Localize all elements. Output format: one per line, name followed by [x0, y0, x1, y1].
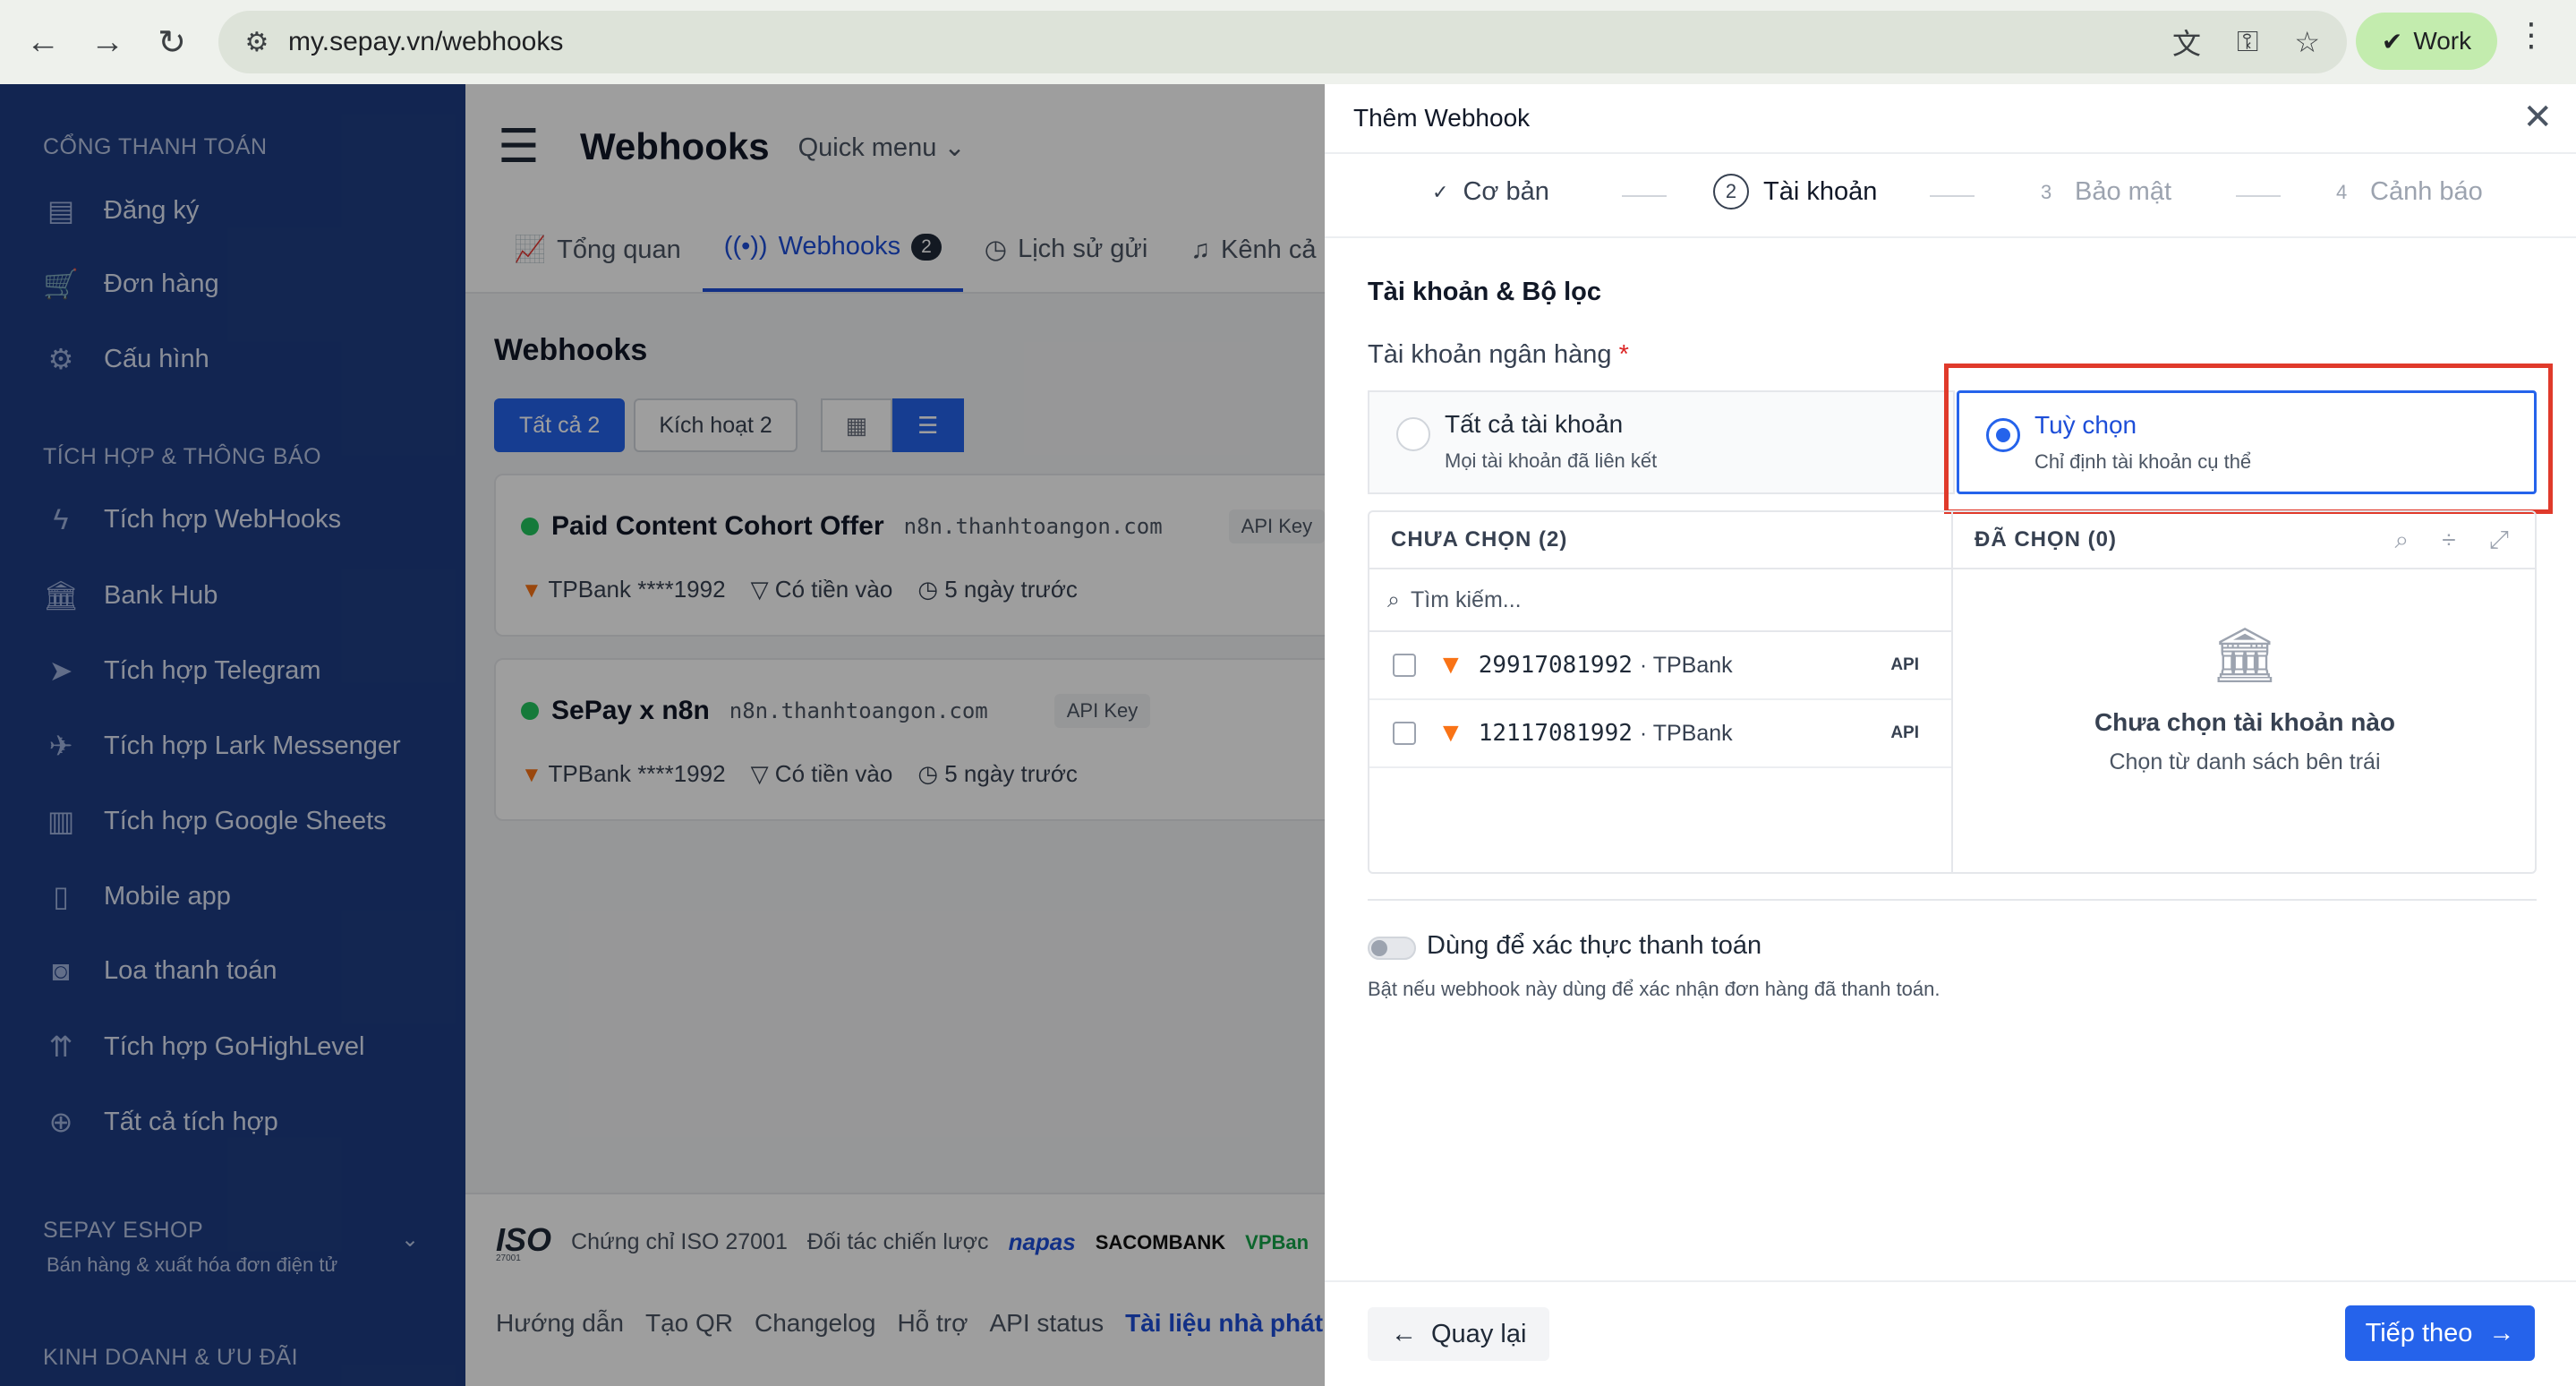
forward-icon[interactable]: →	[75, 10, 140, 74]
stepper: ✓ Cơ bản 2 Tài khoản 3 Bảo mật 4 Cảnh báo	[1325, 154, 2576, 238]
section-title: Tài khoản & Bộ lọc	[1368, 278, 1602, 306]
field-label: Tài khoản ngân hàng *	[1368, 340, 1629, 369]
profile-chip[interactable]: ✔ Work	[2356, 13, 2497, 70]
search-icon[interactable]: ⌕	[2395, 526, 2410, 555]
url-text[interactable]: my.sepay.vn/webhooks	[288, 27, 563, 57]
translate-icon[interactable]: 文	[2172, 21, 2201, 63]
step-basic[interactable]: ✓ Cơ bản	[1432, 177, 1549, 207]
account-number: 29917081992	[1478, 652, 1633, 679]
drawer-title: Thêm Webhook	[1353, 104, 1531, 132]
required-mark: *	[1618, 340, 1629, 369]
unselected-column: CHƯA CHỌN (2) ⌕ Tìm kiếm... ▼ 2991708199…	[1369, 512, 1953, 872]
selected-column: ĐÃ CHỌN (0) ⌕ ÷ ⤢ 🏛 Chưa chọn tài khoản …	[1953, 512, 2537, 872]
empty-subtitle: Chọn từ danh sách bên trái	[2109, 749, 2381, 774]
toggle-hint: Bật nếu webhook này dùng để xác nhận đơn…	[1368, 978, 1941, 1000]
step-connector	[1930, 195, 1975, 197]
account-tag: API	[1890, 723, 1919, 742]
step-number: 3	[2041, 180, 2052, 203]
step-security[interactable]: 3 Bảo mật	[2041, 177, 2171, 207]
address-bar[interactable]: ⚙ my.sepay.vn/webhooks 文 ⚿ ☆	[218, 11, 2347, 73]
step-number: 4	[2336, 180, 2348, 203]
profile-name: Work	[2413, 27, 2472, 55]
search-icon: ⌕	[1387, 586, 1401, 612]
toggle-label: Dùng để xác thực thanh toán	[1427, 931, 1762, 960]
checkbox[interactable]	[1393, 722, 1416, 745]
tpbank-logo-icon: ▼	[1437, 718, 1464, 748]
drawer-footer: ← Quay lại Tiếp theo →	[1325, 1280, 2576, 1386]
bank-icon: 🏛	[2210, 625, 2280, 685]
step-alert[interactable]: 4 Cảnh báo	[2336, 177, 2483, 207]
option-subtitle: Mọi tài khoản đã liên kết	[1445, 449, 1658, 472]
kebab-icon[interactable]: ⋮	[2515, 16, 2547, 54]
step-account[interactable]: 2 Tài khoản	[1713, 174, 1877, 210]
empty-title: Chưa chọn tài khoản nào	[2094, 708, 2396, 736]
tpbank-logo-icon: ▼	[1437, 650, 1464, 680]
modal-backdrop[interactable]	[0, 84, 1325, 1386]
key-icon[interactable]: ⚿	[2237, 25, 2258, 59]
option-title: Tất cả tài khoản	[1445, 410, 1624, 438]
step-number: 2	[1713, 174, 1749, 210]
back-button[interactable]: ← Quay lại	[1368, 1307, 1550, 1361]
profile-avatar-icon: ✔	[2381, 27, 2403, 56]
search-input[interactable]: ⌕ Tìm kiếm...	[1369, 569, 1951, 632]
reload-icon[interactable]: ↻	[140, 10, 204, 74]
highlight-box	[1944, 364, 2553, 514]
list-item[interactable]: ▼ 29917081992 · TPBank API	[1369, 632, 1951, 700]
add-webhook-drawer: Thêm Webhook ✕ ✓ Cơ bản 2 Tài khoản 3 Bảo m…	[1325, 84, 2576, 1386]
list-item[interactable]: ▼ 12117081992 · TPBank API	[1369, 700, 1951, 768]
account-bank: · TPBank	[1639, 720, 1733, 746]
empty-state: 🏛 Chưa chọn tài khoản nào Chọn từ danh s…	[1953, 569, 2537, 872]
back-icon[interactable]: ←	[11, 10, 75, 74]
option-all-accounts[interactable]: Tất cả tài khoản Mọi tài khoản đã liên k…	[1368, 390, 1955, 494]
close-icon[interactable]: ✕	[2522, 97, 2553, 138]
browser-toolbar: ← → ↻ ⚙ my.sepay.vn/webhooks 文 ⚿ ☆ ✔ Wor…	[0, 0, 2576, 84]
radio-button[interactable]	[1396, 417, 1430, 451]
account-bank: · TPBank	[1639, 652, 1733, 678]
step-connector	[2236, 195, 2281, 197]
account-number: 12117081992	[1478, 720, 1633, 747]
expand-icon[interactable]: ⤢	[2489, 526, 2510, 555]
payment-verification-toggle[interactable]	[1368, 937, 1416, 960]
checkbox[interactable]	[1393, 654, 1416, 677]
collapse-icon[interactable]: ÷	[2442, 526, 2456, 555]
site-settings-icon[interactable]: ⚙	[226, 27, 288, 58]
account-tag: API	[1890, 655, 1919, 674]
column-header: ĐÃ CHỌN (0) ⌕ ÷ ⤢	[1953, 512, 2537, 569]
star-icon[interactable]: ☆	[2294, 25, 2320, 59]
step-connector	[1622, 195, 1667, 197]
divider	[1368, 899, 2537, 901]
column-header: CHƯA CHỌN (2)	[1369, 512, 1951, 569]
next-button[interactable]: Tiếp theo →	[2345, 1305, 2535, 1361]
account-transfer-list: CHƯA CHỌN (2) ⌕ Tìm kiếm... ▼ 2991708199…	[1368, 510, 2537, 874]
arrow-left-icon: ←	[1391, 1319, 1417, 1348]
check-icon: ✓	[1432, 180, 1449, 203]
arrow-right-icon: →	[2488, 1318, 2515, 1348]
